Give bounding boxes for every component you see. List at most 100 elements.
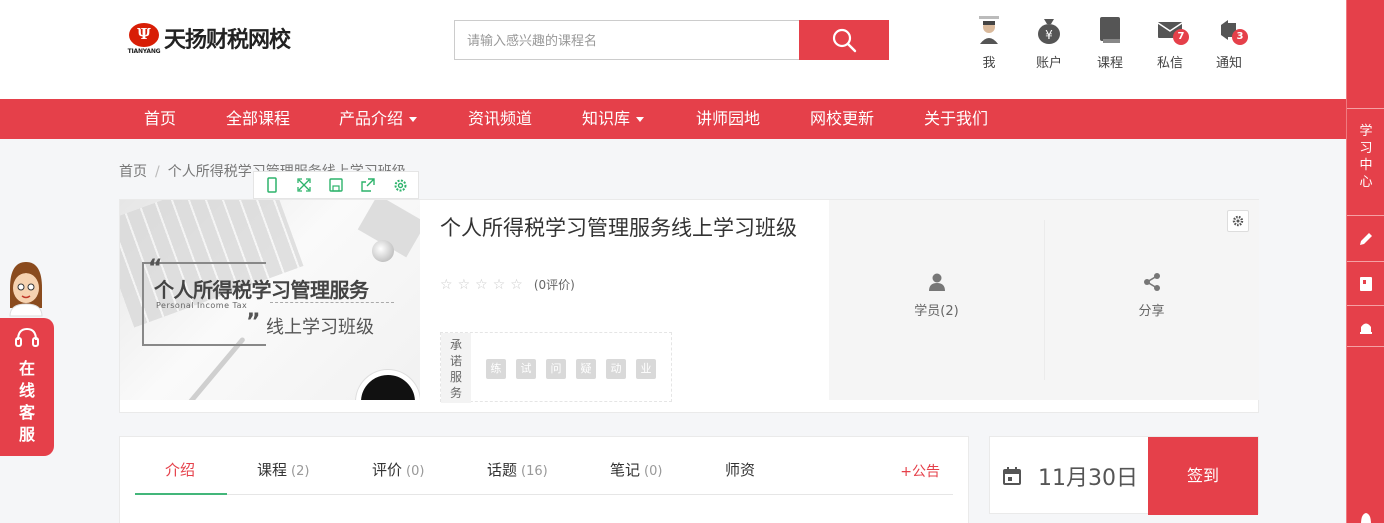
search-bar bbox=[454, 20, 889, 60]
header-courses-label: 课程 bbox=[1096, 56, 1123, 71]
course-settings-button[interactable] bbox=[1227, 210, 1249, 232]
course-title: 个人所得税学习管理服务线上学习班级 bbox=[440, 216, 797, 240]
tab-label: 师资 bbox=[725, 461, 756, 479]
nav-label: 讲师园地 bbox=[696, 109, 761, 128]
header-account[interactable]: ¥ 账户 bbox=[1024, 14, 1074, 71]
course-rating: ☆ ☆ ☆ ☆ ☆ (0评价) bbox=[440, 276, 575, 293]
nav-item-products[interactable]: 产品介绍 bbox=[339, 99, 418, 139]
header-me-label: 我 bbox=[982, 56, 996, 71]
customer-service-avatar bbox=[9, 262, 43, 317]
svg-text:¥: ¥ bbox=[1045, 28, 1053, 42]
header-courses[interactable]: 课程 bbox=[1085, 14, 1135, 71]
header-messages-label: 私信 bbox=[1156, 56, 1183, 71]
notifications-badge: 3 bbox=[1232, 29, 1248, 45]
mobile-icon[interactable] bbox=[261, 174, 283, 196]
tab-count: (16) bbox=[521, 464, 548, 479]
add-notice-button[interactable]: +公告 bbox=[900, 461, 940, 481]
cover-title-2: 线上学习班级 bbox=[266, 317, 374, 338]
promise-tag: 业 bbox=[636, 359, 656, 379]
edit-toolbar bbox=[253, 171, 419, 199]
promise-services: 承诺服务 练 试 问 疑 动 业 bbox=[440, 332, 672, 403]
chevron-down-icon bbox=[636, 117, 645, 122]
share-label: 分享 bbox=[1138, 304, 1165, 319]
tab-teachers[interactable]: 师资 bbox=[725, 459, 755, 480]
nav-item-home[interactable]: 首页 bbox=[144, 99, 176, 139]
star-icon: ☆ bbox=[475, 276, 488, 293]
star-icon: ☆ bbox=[510, 276, 523, 293]
learn-center-link[interactable]: 学习中心 bbox=[1347, 123, 1384, 191]
header-account-label: 账户 bbox=[1035, 56, 1062, 71]
save-icon[interactable] bbox=[325, 174, 347, 196]
tab-notes[interactable]: 笔记 (0) bbox=[610, 459, 662, 480]
tab-count: (0) bbox=[406, 464, 425, 479]
tab-topics[interactable]: 话题 (16) bbox=[487, 459, 548, 480]
star-icon: ☆ bbox=[457, 276, 471, 293]
star-icon: ☆ bbox=[492, 276, 506, 293]
tab-label: 介绍 bbox=[165, 461, 196, 479]
money-bag-icon: ¥ bbox=[1038, 19, 1060, 44]
breadcrumb-separator: / bbox=[155, 164, 160, 180]
nav-label: 知识库 bbox=[582, 109, 631, 128]
right-sidebar: 学习中心 bbox=[1346, 0, 1384, 523]
book-icon[interactable] bbox=[1358, 275, 1374, 293]
header-messages[interactable]: 7 私信 bbox=[1145, 14, 1195, 71]
calendar-icon bbox=[1003, 467, 1021, 485]
site-header: Ψ TIANYANG 天扬财税网校 我 ¥ 账户 课程 7 私信 bbox=[0, 0, 1346, 99]
nav-item-updates[interactable]: 网校更新 bbox=[810, 99, 874, 139]
settings-icon[interactable] bbox=[389, 174, 411, 196]
search-button[interactable] bbox=[799, 20, 889, 60]
promise-tag: 动 bbox=[606, 359, 626, 379]
promise-tag: 练 bbox=[486, 359, 506, 379]
nav-label: 网校更新 bbox=[810, 109, 875, 128]
signin-card: 11月30日 签到 bbox=[989, 436, 1259, 515]
chevron-down-icon bbox=[409, 117, 418, 122]
course-cover-image[interactable]: “ 个人所得税学习管理服务 Personal Income Tax ” 线上学习… bbox=[120, 200, 420, 400]
nav-item-all-courses[interactable]: 全部课程 bbox=[226, 99, 290, 139]
pencil-icon[interactable] bbox=[1357, 230, 1375, 248]
signin-button[interactable]: 签到 bbox=[1148, 437, 1258, 515]
nav-item-about[interactable]: 关于我们 bbox=[924, 99, 988, 139]
alarm-icon[interactable] bbox=[1357, 318, 1375, 336]
tab-intro[interactable]: 介绍 bbox=[165, 459, 195, 480]
nav-item-news[interactable]: 资讯频道 bbox=[468, 99, 532, 139]
header-notifications-label: 通知 bbox=[1215, 56, 1242, 71]
course-header-card: “ 个人所得税学习管理服务 Personal Income Tax ” 线上学习… bbox=[119, 199, 1259, 413]
tab-label: 话题 bbox=[487, 461, 518, 479]
share-icon bbox=[1143, 273, 1160, 291]
header-me[interactable]: 我 bbox=[964, 14, 1014, 71]
rating-count[interactable]: (0评价) bbox=[534, 276, 575, 293]
search-icon bbox=[832, 28, 857, 53]
bell-icon[interactable] bbox=[1358, 510, 1374, 523]
export-icon[interactable] bbox=[357, 174, 379, 196]
signin-date-text: 11月30日 bbox=[1038, 466, 1138, 491]
tab-courses[interactable]: 课程 (2) bbox=[257, 459, 309, 480]
logo-text: 天扬财税网校 bbox=[164, 27, 291, 53]
tab-label: 评价 bbox=[372, 461, 403, 479]
tab-count: (0) bbox=[644, 464, 663, 479]
nav-label: 关于我们 bbox=[924, 109, 989, 128]
cover-subtitle-en: Personal Income Tax bbox=[156, 301, 248, 310]
promise-tag: 问 bbox=[546, 359, 566, 379]
fullscreen-icon[interactable] bbox=[293, 174, 315, 196]
learn-center-label: 学习中心 bbox=[1359, 124, 1373, 190]
students-label: 学员(2) bbox=[914, 304, 959, 319]
gear-icon bbox=[1232, 215, 1244, 227]
headset-icon bbox=[15, 327, 39, 347]
promise-tag: 疑 bbox=[576, 359, 596, 379]
nav-item-knowledge[interactable]: 知识库 bbox=[582, 99, 645, 139]
course-stats: 学员(2) 分享 bbox=[829, 200, 1259, 400]
header-notifications[interactable]: 3 通知 bbox=[1204, 14, 1254, 71]
online-service-label: 在线客服 bbox=[18, 359, 35, 444]
course-tabs: 介绍 课程 (2) 评价 (0) 话题 (16) 笔记 (0) 师资 +公告 bbox=[119, 436, 969, 523]
messages-badge: 7 bbox=[1173, 29, 1189, 45]
students-link[interactable]: 学员(2) bbox=[829, 200, 1044, 400]
cover-title: 个人所得税学习管理服务 bbox=[154, 278, 369, 302]
breadcrumb-home[interactable]: 首页 bbox=[119, 164, 147, 180]
main-nav: 首页 全部课程 产品介绍 资讯频道 知识库 讲师园地 网校更新 关于我们 bbox=[0, 99, 1346, 139]
tab-label: 课程 bbox=[257, 461, 288, 479]
tab-reviews[interactable]: 评价 (0) bbox=[372, 459, 424, 480]
nav-item-teachers[interactable]: 讲师园地 bbox=[696, 99, 760, 139]
search-input[interactable] bbox=[454, 20, 799, 60]
online-service-widget[interactable]: 在线客服 bbox=[0, 258, 54, 458]
site-logo[interactable]: Ψ TIANYANG 天扬财税网校 bbox=[127, 21, 291, 55]
